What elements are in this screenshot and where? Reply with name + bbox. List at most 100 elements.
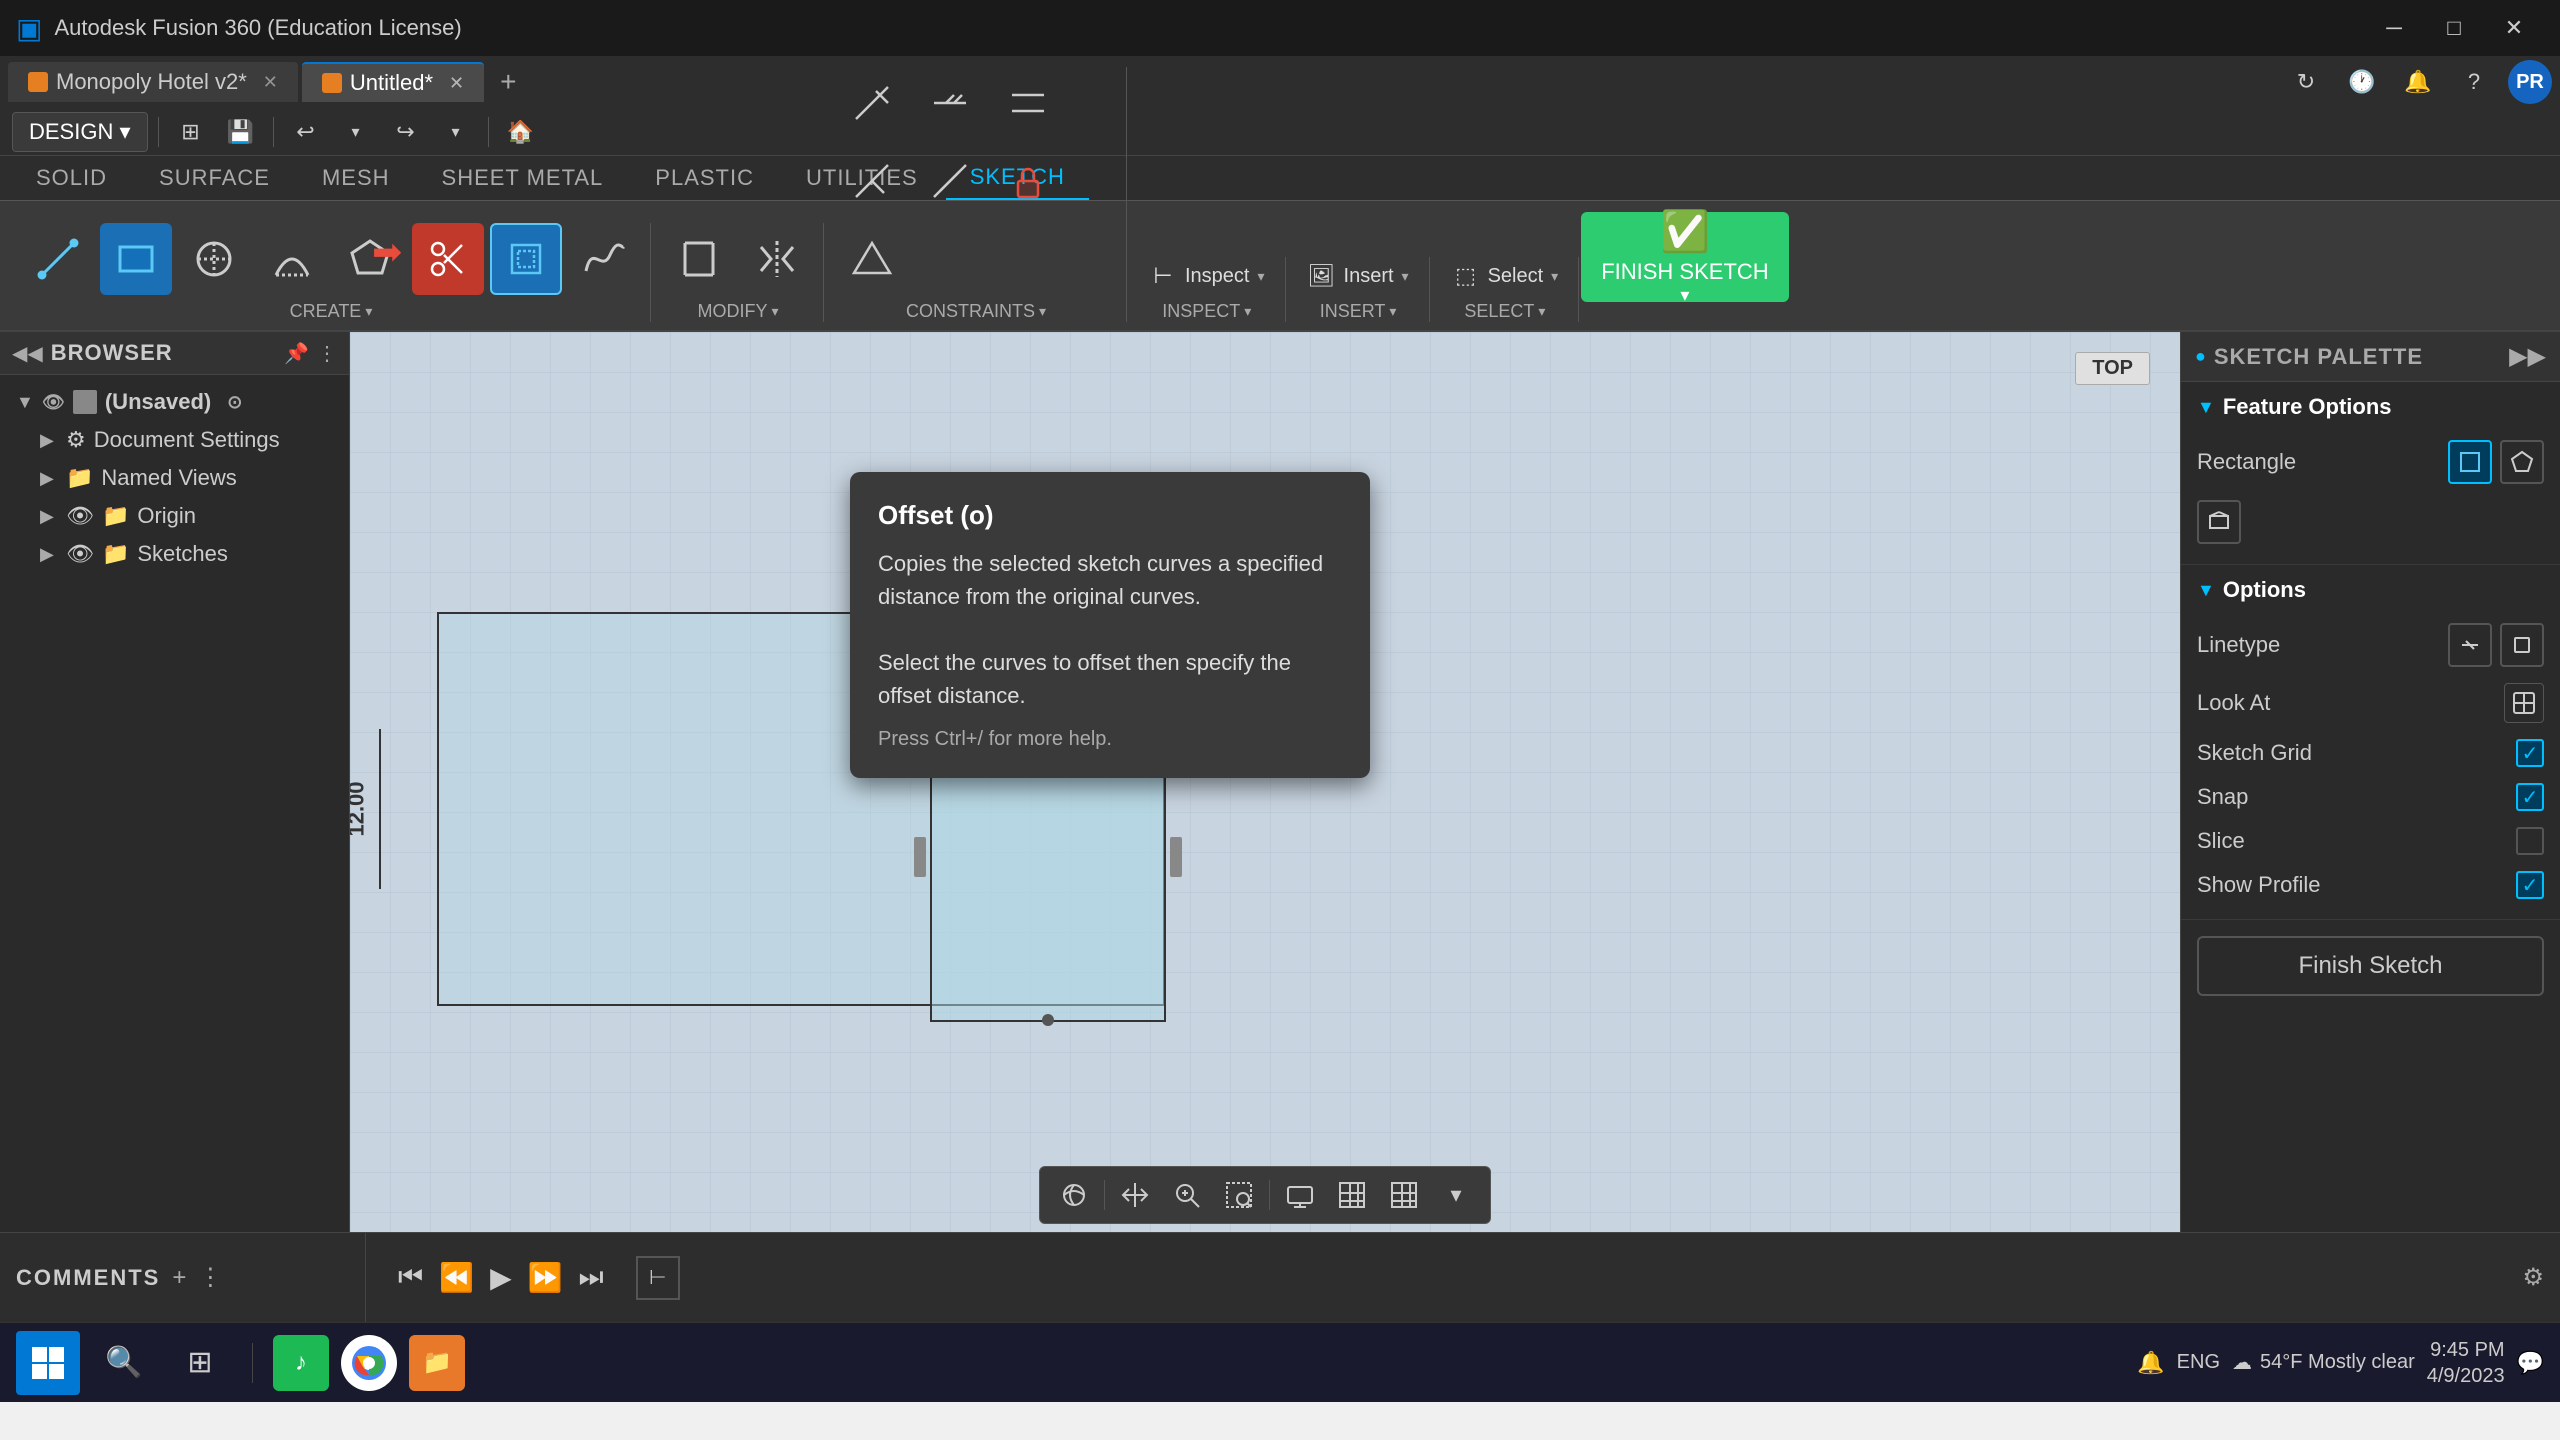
settings-button[interactable]: ⚙ — [2522, 1263, 2544, 1292]
ribbon-tab-plastic[interactable]: PLASTIC — [631, 157, 778, 199]
finish-sketch-ribbon-button[interactable]: ✅ FINISH SKETCH ▾ — [1581, 212, 1788, 302]
display-settings-button[interactable] — [1278, 1173, 1322, 1217]
line-tool-button[interactable] — [22, 223, 94, 295]
rect-type-3-button[interactable] — [2197, 500, 2241, 544]
tab-untitled-close[interactable]: ✕ — [449, 73, 464, 94]
offset-tool-button[interactable] — [490, 223, 562, 295]
palette-expand-button[interactable]: ▶▶ — [2509, 342, 2546, 371]
add-comment-button[interactable]: + — [172, 1264, 186, 1292]
snap-checkbox[interactable]: ✓ — [2516, 783, 2544, 811]
timeline-play-button[interactable]: ▶ — [490, 1261, 512, 1294]
view-more-button[interactable] — [1382, 1173, 1426, 1217]
undo-button[interactable]: ↩ — [284, 114, 328, 150]
notification-button[interactable]: 🔔 — [2396, 64, 2440, 100]
browser-item-sketches[interactable]: ▶ 👁 📁 Sketches — [0, 535, 349, 573]
search-taskbar-button[interactable]: 🔍 — [92, 1331, 156, 1395]
coincident-constraint-button[interactable] — [836, 67, 908, 139]
browser-more-button[interactable]: ⋮ — [317, 341, 337, 366]
taskbar-files-icon[interactable]: 📁 — [409, 1335, 465, 1391]
finish-sketch-ribbon-dropdown[interactable]: ▾ — [1680, 285, 1689, 306]
triangle-constraint-button[interactable] — [836, 223, 908, 295]
close-button[interactable]: ✕ — [2484, 0, 2544, 56]
eye-sketches-icon[interactable]: 👁 — [66, 541, 94, 567]
tab-monopoly-close[interactable]: ✕ — [263, 72, 278, 93]
parallel-constraint-button[interactable] — [992, 67, 1064, 139]
grip-right[interactable] — [1170, 837, 1182, 877]
browser-item-doc-settings[interactable]: ▶ ⚙ Document Settings — [0, 421, 349, 459]
maximize-button[interactable]: □ — [2424, 0, 2484, 56]
lock-constraint-button[interactable] — [992, 145, 1064, 217]
taskbar-spotify-icon[interactable]: ♪ — [273, 1335, 329, 1391]
nav-more-dropdown[interactable]: ▾ — [1434, 1173, 1478, 1217]
tangent-constraint-button[interactable] — [914, 145, 986, 217]
refresh-button[interactable]: ↻ — [2284, 64, 2328, 100]
rect-type-2-button[interactable] — [2500, 440, 2544, 484]
grid-settings-button[interactable] — [1330, 1173, 1374, 1217]
design-menu-button[interactable]: DESIGN ▾ — [12, 112, 148, 152]
timeline-end-button[interactable]: ⏭ — [579, 1261, 604, 1294]
linetype-solid-button[interactable] — [2448, 623, 2492, 667]
select-button[interactable]: ⬚ Select ▾ — [1442, 257, 1569, 295]
perpendicular-constraint-button[interactable] — [836, 145, 908, 217]
canvas-area[interactable]: 12.00 TOP Offset (o) Copies the selected… — [350, 332, 2180, 1232]
task-view-button[interactable]: ⊞ — [168, 1331, 232, 1395]
save-button[interactable]: 💾 — [219, 114, 263, 150]
rect-type-1-button[interactable] — [2448, 440, 2492, 484]
zoom-button[interactable] — [1165, 1173, 1209, 1217]
look-at-button[interactable] — [2504, 683, 2544, 723]
polygon-tool-button[interactable] — [334, 223, 406, 295]
orbit-button[interactable] — [1052, 1173, 1096, 1217]
timeline-marker-icon[interactable]: ⊢ — [636, 1256, 680, 1300]
history-button[interactable]: 🕐 — [2340, 64, 2384, 100]
undo-dropdown-button[interactable]: ▾ — [334, 114, 378, 150]
slice-checkbox[interactable] — [2516, 827, 2544, 855]
linetype-dashed-button[interactable] — [2500, 623, 2544, 667]
grip-left[interactable] — [914, 837, 926, 877]
timeline-start-button[interactable]: ⏮ — [398, 1261, 423, 1294]
mirror-tool-button[interactable] — [741, 223, 813, 295]
sketch-grid-checkbox[interactable]: ✓ — [2516, 739, 2544, 767]
grid-view-button[interactable]: ⊞ — [169, 114, 213, 150]
minimize-button[interactable]: ─ — [2364, 0, 2424, 56]
insert-button[interactable]: 🖼 Insert ▾ — [1298, 257, 1419, 295]
redo-dropdown-button[interactable]: ▾ — [434, 114, 478, 150]
rectangle-tool-button[interactable] — [100, 223, 172, 295]
redo-button[interactable]: ↪ — [384, 114, 428, 150]
user-avatar[interactable]: PR — [2508, 60, 2552, 104]
taskbar-chrome-icon[interactable] — [341, 1335, 397, 1391]
browser-pin-button[interactable]: 📌 — [284, 341, 309, 366]
browser-item-unsaved[interactable]: ▼ 👁 (Unsaved) ⊙ — [0, 383, 349, 421]
feature-options-header[interactable]: ▼ Feature Options — [2197, 394, 2544, 420]
eye-origin-icon[interactable]: 👁 — [66, 503, 94, 529]
ribbon-tab-surface[interactable]: SURFACE — [135, 157, 294, 199]
tab-monopoly[interactable]: Monopoly Hotel v2* ✕ — [8, 62, 298, 102]
finish-sketch-palette-button[interactable]: Finish Sketch — [2197, 936, 2544, 996]
browser-item-named-views[interactable]: ▶ 📁 Named Views — [0, 459, 349, 497]
circle-tool-button[interactable] — [178, 223, 250, 295]
pan-button[interactable] — [1113, 1173, 1157, 1217]
start-button[interactable] — [16, 1331, 80, 1395]
inspect-button[interactable]: ⊢ Inspect ▾ — [1139, 257, 1275, 295]
handle-b[interactable] — [1042, 1014, 1054, 1026]
ribbon-tab-mesh[interactable]: MESH — [298, 157, 414, 199]
options-section-header[interactable]: ▼ Options — [2197, 577, 2544, 603]
comments-more-button[interactable]: ⋮ — [198, 1263, 222, 1292]
timeline-back-button[interactable]: ⏪ — [439, 1261, 474, 1294]
help-button[interactable]: ? — [2452, 64, 2496, 100]
collinear-constraint-button[interactable] — [914, 67, 986, 139]
arc-tool-button[interactable] — [256, 223, 328, 295]
taskbar-notification-icon[interactable]: 🔔 — [2137, 1350, 2164, 1376]
browser-item-origin[interactable]: ▶ 👁 📁 Origin — [0, 497, 349, 535]
ribbon-tab-solid[interactable]: SOLID — [12, 157, 131, 199]
zoom-window-button[interactable] — [1217, 1173, 1261, 1217]
scissors-tool-button[interactable]: ➡ — [412, 223, 484, 295]
show-profile-checkbox[interactable]: ✓ — [2516, 871, 2544, 899]
timeline-forward-button[interactable]: ⏩ — [528, 1261, 563, 1294]
browser-collapse-button[interactable]: ◀◀ — [12, 341, 43, 366]
spline-tool-button[interactable] — [568, 223, 640, 295]
add-tab-button[interactable]: + — [488, 66, 528, 98]
eye-icon[interactable]: 👁 — [42, 392, 65, 413]
visibility-icon[interactable]: ⊙ — [227, 392, 242, 413]
ribbon-tab-sheet-metal[interactable]: SHEET METAL — [418, 157, 628, 199]
home-button[interactable]: 🏠 — [499, 114, 543, 150]
